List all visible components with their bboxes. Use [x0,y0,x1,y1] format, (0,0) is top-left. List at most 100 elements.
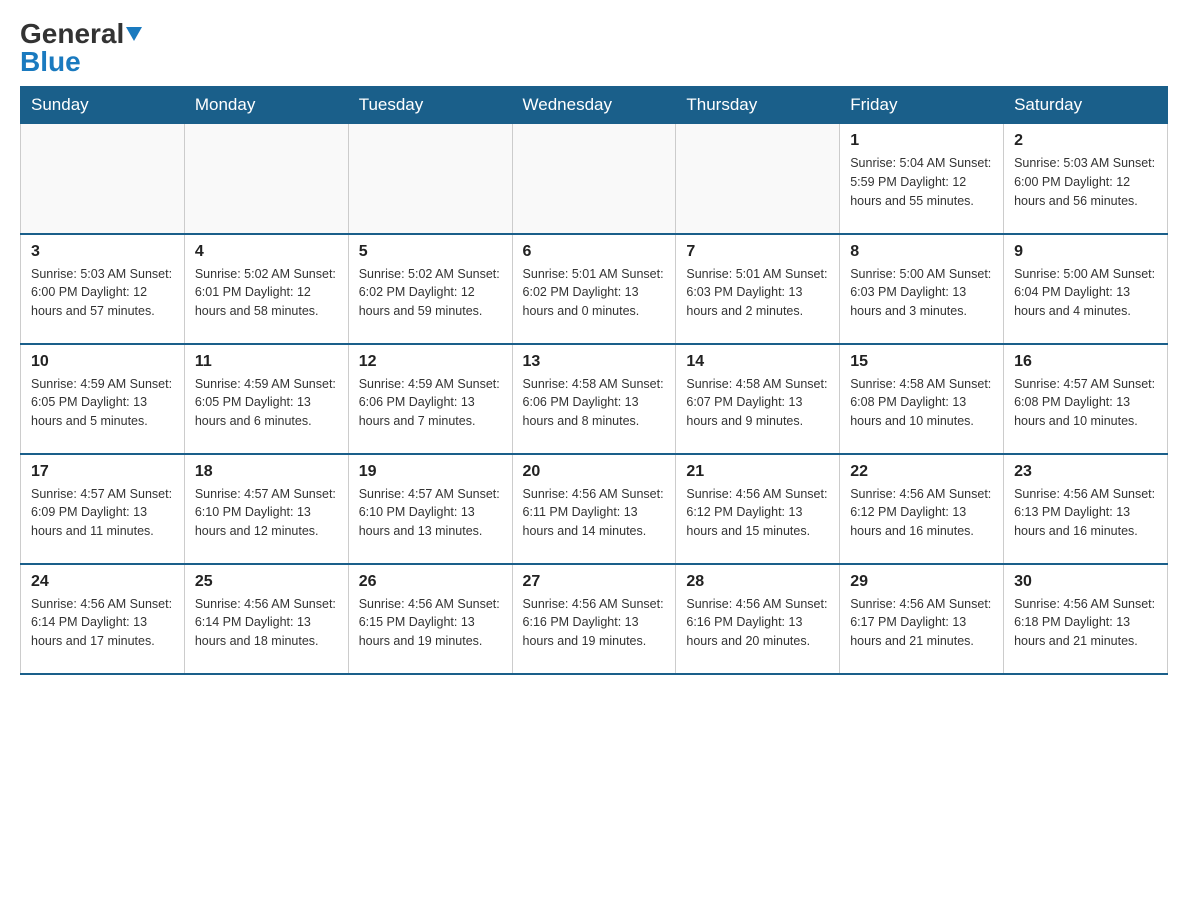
calendar-cell: 29Sunrise: 4:56 AM Sunset: 6:17 PM Dayli… [840,564,1004,674]
calendar-cell: 28 Sunrise: 4:56 AM Sunset: 6:16 PM Dayli… [676,564,840,674]
calendar-header: SundayMondayTuesdayWednesdayThursdayFrid… [21,87,1168,124]
day-info: Sunrise: 4:56 AM Sunset: 6:14 PM Dayligh… [31,595,174,651]
day-header-wednesday: Wednesday [512,87,676,124]
calendar-cell: 18 Sunrise: 4:57 AM Sunset: 6:10 PM Dayli… [184,454,348,564]
day-info: Sunrise: 4:57 AM Sunset: 6:10 PM Dayligh… [359,485,502,541]
calendar-cell: 19 Sunrise: 4:57 AM Sunset: 6:10 PM Dayli… [348,454,512,564]
calendar-cell: 27Sunrise: 4:56 AM Sunset: 6:16 PM Dayli… [512,564,676,674]
day-info: Sunrise: 4:58 AM Sunset: 6:07 PM Dayligh… [686,375,829,431]
calendar-cell: 22Sunrise: 4:56 AM Sunset: 6:12 PM Dayli… [840,454,1004,564]
day-number: 7 [686,243,829,261]
calendar-cell: 26Sunrise: 4:56 AM Sunset: 6:15 PM Dayli… [348,564,512,674]
day-number: 14 [686,353,829,371]
day-info: Sunrise: 5:04 AM Sunset: 5:59 PM Dayligh… [850,154,993,210]
calendar-cell: 21 Sunrise: 4:56 AM Sunset: 6:12 PM Dayli… [676,454,840,564]
day-header-friday: Friday [840,87,1004,124]
day-number: 13 [523,353,666,371]
day-number: 9 [1014,243,1157,261]
day-number: 16 [1014,353,1157,371]
calendar-cell: 25 Sunrise: 4:56 AM Sunset: 6:14 PM Dayli… [184,564,348,674]
day-info: Sunrise: 4:59 AM Sunset: 6:06 PM Dayligh… [359,375,502,431]
day-number: 11 [195,353,338,371]
calendar-cell [676,124,840,234]
day-info: Sunrise: 4:59 AM Sunset: 6:05 PM Dayligh… [195,375,338,431]
calendar-cell: 24 Sunrise: 4:56 AM Sunset: 6:14 PM Dayli… [21,564,185,674]
calendar-cell: 9 Sunrise: 5:00 AM Sunset: 6:04 PM Daylig… [1004,234,1168,344]
day-info: Sunrise: 4:58 AM Sunset: 6:06 PM Dayligh… [523,375,666,431]
calendar-cell: 12Sunrise: 4:59 AM Sunset: 6:06 PM Dayli… [348,344,512,454]
day-number: 1 [850,132,993,150]
day-number: 15 [850,353,993,371]
logo: General Blue [20,20,142,76]
day-info: Sunrise: 4:59 AM Sunset: 6:05 PM Dayligh… [31,375,174,431]
calendar-cell: 6 Sunrise: 5:01 AM Sunset: 6:02 PM Daylig… [512,234,676,344]
day-number: 26 [359,573,502,591]
calendar-table: SundayMondayTuesdayWednesdayThursdayFrid… [20,86,1168,675]
calendar-cell [512,124,676,234]
calendar-cell [21,124,185,234]
day-info: Sunrise: 4:58 AM Sunset: 6:08 PM Dayligh… [850,375,993,431]
day-number: 2 [1014,132,1157,150]
day-number: 25 [195,573,338,591]
day-header-tuesday: Tuesday [348,87,512,124]
calendar-cell: 5 Sunrise: 5:02 AM Sunset: 6:02 PM Daylig… [348,234,512,344]
calendar-cell: 8 Sunrise: 5:00 AM Sunset: 6:03 PM Daylig… [840,234,1004,344]
calendar-cell: 4 Sunrise: 5:02 AM Sunset: 6:01 PM Daylig… [184,234,348,344]
day-number: 8 [850,243,993,261]
calendar-cell [348,124,512,234]
calendar-cell: 17Sunrise: 4:57 AM Sunset: 6:09 PM Dayli… [21,454,185,564]
day-info: Sunrise: 5:00 AM Sunset: 6:04 PM Dayligh… [1014,265,1157,321]
day-header-thursday: Thursday [676,87,840,124]
day-info: Sunrise: 4:57 AM Sunset: 6:09 PM Dayligh… [31,485,174,541]
calendar-week-row: 10 Sunrise: 4:59 AM Sunset: 6:05 PM Dayli… [21,344,1168,454]
day-info: Sunrise: 5:01 AM Sunset: 6:02 PM Dayligh… [523,265,666,321]
calendar-cell: 20 Sunrise: 4:56 AM Sunset: 6:11 PM Dayli… [512,454,676,564]
day-number: 10 [31,353,174,371]
calendar-cell: 11 Sunrise: 4:59 AM Sunset: 6:05 PM Dayli… [184,344,348,454]
day-info: Sunrise: 5:03 AM Sunset: 6:00 PM Dayligh… [1014,154,1157,210]
day-info: Sunrise: 4:57 AM Sunset: 6:10 PM Dayligh… [195,485,338,541]
day-info: Sunrise: 5:01 AM Sunset: 6:03 PM Dayligh… [686,265,829,321]
day-number: 21 [686,463,829,481]
calendar-cell: 16Sunrise: 4:57 AM Sunset: 6:08 PM Dayli… [1004,344,1168,454]
day-header-saturday: Saturday [1004,87,1168,124]
day-info: Sunrise: 4:56 AM Sunset: 6:16 PM Dayligh… [686,595,829,651]
calendar-cell: 1 Sunrise: 5:04 AM Sunset: 5:59 PM Daylig… [840,124,1004,234]
day-number: 27 [523,573,666,591]
day-info: Sunrise: 5:02 AM Sunset: 6:01 PM Dayligh… [195,265,338,321]
day-number: 6 [523,243,666,261]
day-number: 19 [359,463,502,481]
day-header-sunday: Sunday [21,87,185,124]
day-info: Sunrise: 4:56 AM Sunset: 6:12 PM Dayligh… [686,485,829,541]
day-number: 18 [195,463,338,481]
day-info: Sunrise: 5:03 AM Sunset: 6:00 PM Dayligh… [31,265,174,321]
day-info: Sunrise: 4:56 AM Sunset: 6:17 PM Dayligh… [850,595,993,651]
day-number: 30 [1014,573,1157,591]
calendar-cell: 13 Sunrise: 4:58 AM Sunset: 6:06 PM Dayli… [512,344,676,454]
calendar-cell: 7 Sunrise: 5:01 AM Sunset: 6:03 PM Daylig… [676,234,840,344]
day-number: 20 [523,463,666,481]
day-header-monday: Monday [184,87,348,124]
day-number: 3 [31,243,174,261]
day-number: 22 [850,463,993,481]
day-info: Sunrise: 4:56 AM Sunset: 6:11 PM Dayligh… [523,485,666,541]
day-headers-row: SundayMondayTuesdayWednesdayThursdayFrid… [21,87,1168,124]
calendar-week-row: 3 Sunrise: 5:03 AM Sunset: 6:00 PM Daylig… [21,234,1168,344]
page-header: General Blue [20,20,1168,76]
calendar-cell [184,124,348,234]
day-number: 5 [359,243,502,261]
calendar-cell: 10 Sunrise: 4:59 AM Sunset: 6:05 PM Dayli… [21,344,185,454]
day-number: 23 [1014,463,1157,481]
day-info: Sunrise: 4:56 AM Sunset: 6:14 PM Dayligh… [195,595,338,651]
calendar-body: 1 Sunrise: 5:04 AM Sunset: 5:59 PM Daylig… [21,124,1168,674]
day-info: Sunrise: 4:56 AM Sunset: 6:13 PM Dayligh… [1014,485,1157,541]
day-info: Sunrise: 5:02 AM Sunset: 6:02 PM Dayligh… [359,265,502,321]
day-number: 28 [686,573,829,591]
calendar-week-row: 17Sunrise: 4:57 AM Sunset: 6:09 PM Dayli… [21,454,1168,564]
calendar-cell: 23 Sunrise: 4:56 AM Sunset: 6:13 PM Dayli… [1004,454,1168,564]
logo-triangle-icon [126,27,142,41]
day-info: Sunrise: 5:00 AM Sunset: 6:03 PM Dayligh… [850,265,993,321]
day-number: 24 [31,573,174,591]
day-number: 4 [195,243,338,261]
logo-blue: Blue [20,48,81,76]
